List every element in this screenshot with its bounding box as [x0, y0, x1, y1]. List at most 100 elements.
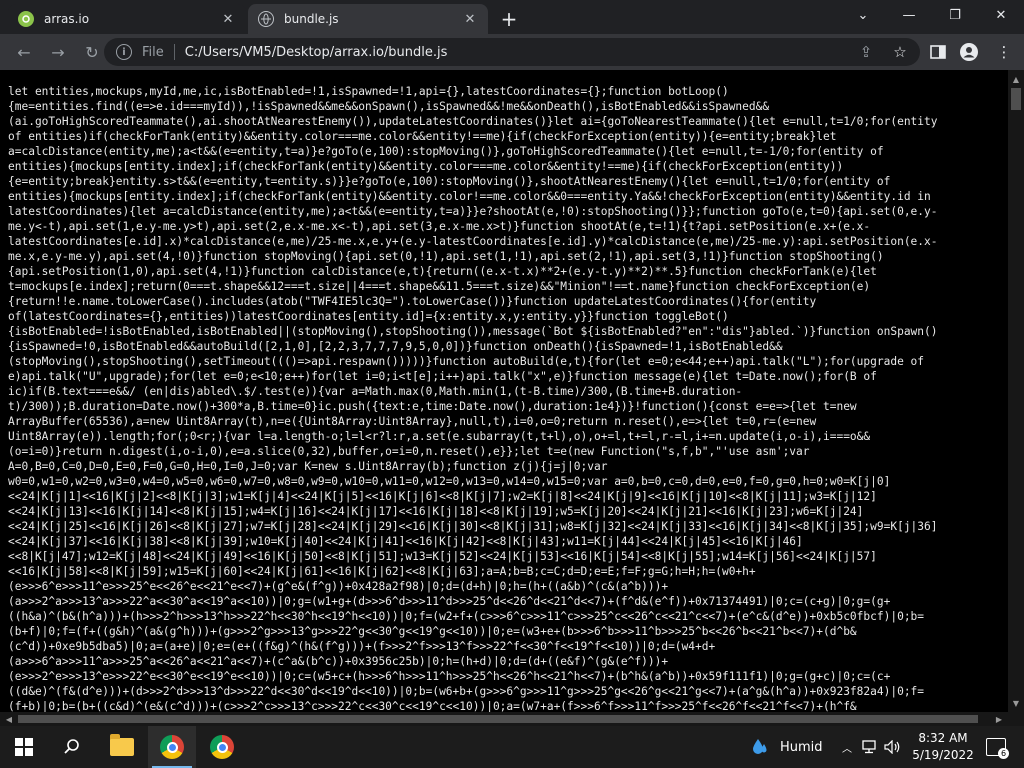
code-line: <<16|K[j|58]<<8|K[j|59];w15=K[j|60]<<24|… [8, 565, 756, 578]
code-line: latestCoordinates){let a=calcDistance(en… [8, 205, 938, 218]
chrome-icon [160, 735, 184, 759]
code-line: {e=entity;break}entity.s>t&&(e=entity,t=… [8, 175, 891, 188]
code-line: (a>>>2^a>>>13^a>>>22^a<<30^a<<19^a<<10))… [8, 595, 891, 608]
volume-icon[interactable] [884, 726, 902, 768]
code-line: (c^d))+0xe9b5dba5)|0;a=(a+e)|0;e=(e+((f&… [8, 640, 716, 653]
code-line: <<24|K[j|25]<<16|K[j|26]<<8|K[j|27];w7=K… [8, 520, 938, 533]
close-icon[interactable]: ✕ [462, 11, 478, 27]
code-line: w0=0,w1=0,w2=0,w3=0,w4=0,w5=0,w6=0,w7=0,… [8, 475, 891, 488]
address-bar[interactable]: i File C:/Users/VM5/Desktop/arrax.io/bun… [104, 38, 920, 66]
scroll-down-icon[interactable]: ▼ [1008, 696, 1024, 710]
code-line: {isBotEnabled=!isBotEnabled,isBotEnabled… [8, 325, 938, 338]
vertical-scroll-thumb[interactable] [1011, 88, 1021, 110]
forward-arrow-icon[interactable]: → [44, 38, 72, 66]
code-line: (b+f)|0;f=(f+((g&h)^(a&(g^h)))+(g>>>2^g>… [8, 625, 857, 638]
code-line: entities){mockups[entity.index];if(check… [8, 190, 931, 203]
taskbar: Humid ︿ 8:32 AM 5/19/2022 6 [0, 726, 1024, 768]
menu-kebab-icon[interactable]: ⋮ [994, 42, 1014, 62]
start-button[interactable] [0, 726, 48, 768]
code-line: {api.setPosition(1,0),api.set(4,!1)}func… [8, 265, 877, 278]
address-url[interactable]: C:/Users/VM5/Desktop/arrax.io/bundle.js [185, 45, 448, 60]
water-drop-icon [753, 739, 767, 754]
search-button[interactable] [48, 726, 96, 768]
code-line: <<24|K[j|13]<<16|K[j|14]<<8|K[j|15];w4=K… [8, 505, 864, 518]
back-arrow-icon[interactable]: ← [10, 38, 38, 66]
code-line: {return!!e.name.toLowerCase().includes(a… [8, 295, 817, 308]
clock-date: 5/19/2022 [912, 748, 974, 762]
windows-icon [15, 738, 33, 756]
folder-icon [110, 734, 134, 756]
network-icon[interactable] [862, 726, 878, 768]
file-content: let entities,mockups,myId,me,ic,isBotEna… [0, 70, 1008, 712]
code-line: me.y<-t),api.set(1,e.y-me.y>t),api.set(2… [8, 220, 871, 233]
code-line: (e>>>2^e>>>13^e>>>22^e<<30^e<<19^e<<10))… [8, 670, 891, 683]
vertical-scrollbar[interactable]: ▲ ▼ [1008, 70, 1024, 712]
file-explorer-button[interactable] [98, 726, 146, 768]
share-icon[interactable]: ⇪ [856, 42, 876, 62]
tab-arras[interactable]: arras.io ✕ [8, 4, 246, 34]
code-line: A=0,B=0,C=0,D=0,E=0,F=0,G=0,H=0,I=0,J=0;… [8, 460, 608, 473]
code-line: ic)if(B.text===e&&/ (en|dis)abled\.$/.te… [8, 385, 743, 398]
tab-title: bundle.js [284, 12, 339, 26]
browser-toolbar: ← → ↻ i File C:/Users/VM5/Desktop/arrax.… [0, 34, 1024, 70]
code-line: me.x,e.y-me.y),api.set(4,!0)}function st… [8, 250, 884, 263]
code-line: of(latestCoordinates={},entities))latest… [8, 310, 729, 323]
reload-icon[interactable]: ↻ [78, 38, 106, 66]
code-line: (a>>>6^a>>>11^a>>>25^a<<26^a<<21^a<<7)+(… [8, 655, 669, 668]
code-line: ArrayBuffer(65536),a=new Uint8Array(t),n… [8, 415, 817, 428]
code-text: let entities,mockups,myId,me,ic,isBotEna… [0, 70, 1008, 712]
code-line: t)/300));B.duration=Date.now()+300*a,B.t… [8, 400, 857, 413]
chevron-up-icon[interactable]: ︿ [842, 726, 852, 768]
chrome-taskbar-button[interactable] [148, 726, 196, 768]
weather-label: Humid [780, 739, 823, 755]
code-line: a=calcDistance(entity,me);a<t&&(e=entity… [8, 145, 884, 158]
code-line: (ai.goToHighScoredTeammate(),ai.shootAtN… [8, 115, 938, 128]
close-icon[interactable]: ✕ [220, 11, 236, 27]
code-line: of entities)if(checkForTank(entity)&&ent… [8, 130, 837, 143]
scroll-left-icon[interactable]: ◀ [2, 712, 16, 726]
address-separator [173, 44, 175, 60]
new-tab-button[interactable]: + [496, 6, 522, 32]
tab-title: arras.io [44, 12, 90, 26]
code-line: (e>>>6^e>>>11^e>>>25^e<<26^e<<21^e<<7)+(… [8, 580, 669, 593]
code-line: e)api.talk("U",upgrade);for(let e=0;e<10… [8, 370, 877, 383]
tab-bundle[interactable]: bundle.js ✕ [248, 4, 488, 34]
tab-strip: arras.io ✕ bundle.js ✕ + ⌄ — ❐ ✕ [0, 0, 1024, 34]
clock-time: 8:32 AM [918, 731, 968, 745]
code-line: entities){mockups[entity.index];if(check… [8, 160, 844, 173]
horizontal-scrollbar[interactable]: ◀ ▶ [0, 712, 1008, 726]
chrome-icon [210, 735, 234, 759]
search-icon [64, 739, 79, 754]
code-line: Uint8Array(e)).length;for(;0<r;){var l=a… [8, 430, 871, 443]
minimize-icon[interactable]: — [886, 0, 932, 30]
code-line: ((d&e)^(f&(d^e)))+(d>>>2^d>>>13^d>>>22^d… [8, 685, 925, 698]
chrome-taskbar-button-2[interactable] [198, 726, 246, 768]
chevron-down-icon[interactable]: ⌄ [840, 0, 886, 30]
profile-icon[interactable] [959, 42, 979, 62]
bookmark-star-icon[interactable]: ☆ [890, 42, 910, 62]
code-line: (stopMoving(),stopShooting(),setTimeout(… [8, 355, 925, 368]
code-line: <<8|K[j|47];w12=K[j|48]<<24|K[j|49]<<16|… [8, 550, 877, 563]
code-line: <<24|K[j|1]<<16|K[j|2]<<8|K[j|3];w1=K[j|… [8, 490, 877, 503]
info-icon[interactable]: i [116, 44, 132, 60]
notification-icon[interactable]: 6 [986, 738, 1009, 759]
code-line: let entities,mockups,myId,me,ic,isBotEna… [8, 85, 729, 98]
code-line: ((h&a)^(b&(h^a)))+(h>>>2^h>>>13^h>>>22^h… [8, 610, 925, 623]
clock[interactable]: 8:32 AM 5/19/2022 [908, 730, 978, 764]
code-line: latestCoordinates[e.id].x)*calcDistance(… [8, 235, 938, 248]
code-line: <<24|K[j|37]<<16|K[j|38]<<8|K[j|39];w10=… [8, 535, 803, 548]
code-line: {me=entities.find((e=>e.id===myId)),!isS… [8, 100, 770, 113]
weather-widget[interactable]: Humid [752, 726, 823, 768]
close-window-icon[interactable]: ✕ [978, 0, 1024, 30]
restore-icon[interactable]: ❐ [932, 0, 978, 30]
notification-count: 6 [998, 748, 1009, 759]
code-line: (f+b)|0;b=(b+((c&d)^(e&(c^d)))+(c>>>2^c>… [8, 700, 857, 712]
scroll-up-icon[interactable]: ▲ [1008, 72, 1024, 86]
arras-icon [18, 11, 34, 27]
scrollbar-corner [1008, 712, 1024, 726]
code-line: {isSpawned=!0,isBotEnabled&&autoBuild([2… [8, 340, 783, 353]
side-panel-icon[interactable] [928, 42, 948, 62]
address-scheme: File [142, 44, 164, 60]
horizontal-scroll-thumb[interactable] [18, 715, 978, 723]
scroll-right-icon[interactable]: ▶ [992, 712, 1006, 726]
